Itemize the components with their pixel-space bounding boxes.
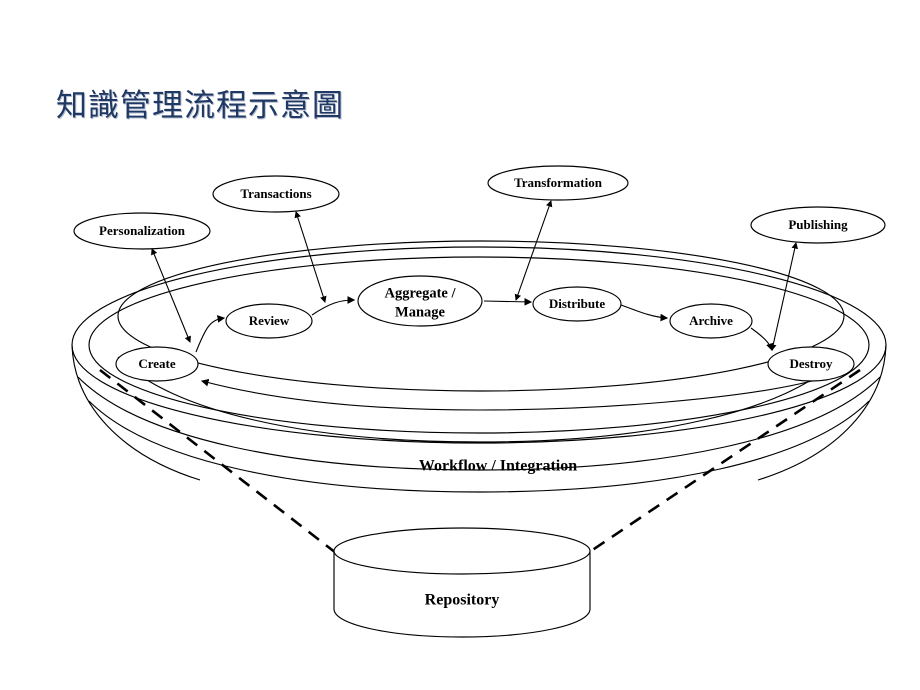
slide-canvas: 知識管理流程示意圖 Workflow / Integration Create … [0,0,920,690]
node-create-label: Create [138,356,176,371]
workflow-integration-label: Workflow / Integration [419,458,577,475]
node-destroy[interactable]: Destroy [767,346,855,382]
node-distribute-label: Distribute [549,296,606,311]
repository-label: Repository [425,592,500,609]
connector-transformation-distribute [514,200,553,301]
arrow-destroy-to-create [200,378,813,411]
arrow-aggregate-to-distribute [483,298,533,306]
node-transformation[interactable]: Transformation [487,165,629,201]
node-transactions-label: Transactions [240,186,311,201]
dashed-line-left [99,368,337,555]
node-review-label: Review [249,313,290,328]
arrow-archive-to-destroy [750,327,774,352]
node-aggregate-manage-label-line2: Manage [395,304,446,320]
connector-publishing-destroy [770,242,798,351]
node-personalization[interactable]: Personalization [73,212,211,250]
arrow-distribute-to-archive [620,304,669,322]
node-aggregate-manage-label-line1: Aggregate / [385,285,457,301]
knowledge-management-funnel-diagram: Workflow / Integration Create Review Agg… [71,165,887,638]
repository-top-ellipse[interactable] [333,527,591,575]
arrow-review-to-aggregate [311,296,356,316]
node-personalization-label: Personalization [99,223,186,238]
node-publishing-label: Publishing [788,217,848,232]
node-aggregate-manage[interactable]: Aggregate / Manage [357,275,483,327]
repository-cylinder[interactable]: Repository [333,527,591,638]
node-archive-label: Archive [689,313,733,328]
node-create[interactable]: Create [115,346,199,382]
dashed-line-right [587,368,861,555]
node-transactions[interactable]: Transactions [212,175,340,213]
funnel-band-top-arc [88,400,870,493]
node-review[interactable]: Review [225,303,313,339]
node-distribute[interactable]: Distribute [532,286,622,322]
funnel-outer-rim [71,246,887,444]
node-publishing[interactable]: Publishing [750,206,886,244]
node-archive[interactable]: Archive [669,303,753,339]
node-transformation-label: Transformation [514,175,603,190]
node-destroy-label: Destroy [789,356,833,371]
arrow-create-to-review [195,315,226,353]
